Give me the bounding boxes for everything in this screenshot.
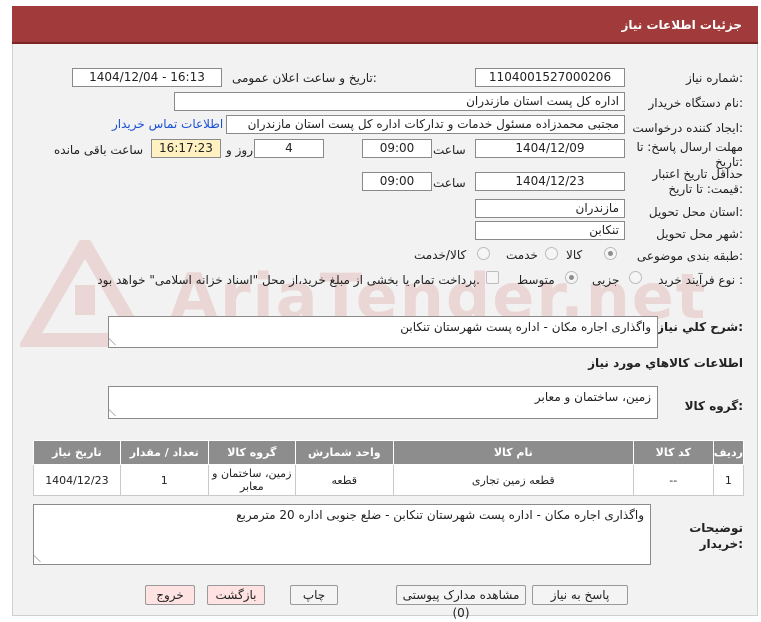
reply-time-value: 09:00 xyxy=(362,139,432,158)
cell-name: قطعه زمین تجاری xyxy=(392,464,634,496)
province-value: مازندران xyxy=(475,199,625,218)
delivery-province-label: استان محل تحویل: xyxy=(648,205,743,219)
treasury-payment-note: پرداخت تمام یا بخشی از مبلغ خرید،از محل … xyxy=(97,273,480,287)
purchase-radio-minor[interactable] xyxy=(629,271,642,284)
category-radio-both[interactable] xyxy=(477,247,490,260)
resize-grip-icon xyxy=(109,337,123,345)
purchase-radio-medium[interactable] xyxy=(565,271,578,284)
category-radio-service[interactable] xyxy=(545,247,558,260)
back-button[interactable]: بازگشت xyxy=(207,585,265,605)
need-number-label: شماره نیاز: xyxy=(685,71,743,85)
cell-unit: قطعه xyxy=(294,464,394,496)
days-and-label: روز و xyxy=(226,143,253,157)
remaining-time-value: 16:17:23 xyxy=(151,139,221,158)
category-radio-goods[interactable] xyxy=(604,247,617,260)
requester-label: ایجاد کننده درخواست: xyxy=(632,121,743,135)
print-button[interactable]: چاپ xyxy=(290,585,338,605)
cell-quantity: 1 xyxy=(119,464,209,496)
purchase-option-medium: متوسط xyxy=(517,273,555,287)
validity-date-value: 1404/12/23 xyxy=(475,172,625,191)
buyer-org-label: نام دستگاه خریدار: xyxy=(648,96,744,110)
table-header-row: ردیف کد کالا نام کالا واحد شمارش گروه کا… xyxy=(33,440,745,465)
category-option-both: کالا/خدمت xyxy=(414,248,467,262)
validity-time-label: ساعت xyxy=(433,176,466,190)
price-validity-label: حداقل تاریخ اعتبار قیمت: تا تاریخ: xyxy=(652,167,743,196)
need-number-value: 1104001527000206 xyxy=(475,68,625,87)
resize-grip-icon xyxy=(109,408,123,416)
exit-button[interactable]: خروج xyxy=(145,585,195,605)
col-quantity: تعداد / مقدار xyxy=(119,440,209,465)
remaining-label: ساعت باقی مانده xyxy=(54,143,144,157)
attachments-button[interactable]: مشاهده مدارک پیوستی (0) xyxy=(396,585,526,620)
col-name: نام کالا xyxy=(392,440,634,465)
delivery-city-label: شهر محل تحویل: xyxy=(656,227,743,241)
col-group: گروه کالا xyxy=(207,440,296,465)
goods-group-text: زمین، ساختمان و معابر xyxy=(534,390,651,404)
resize-grip-icon xyxy=(34,554,48,562)
overall-desc-textarea[interactable]: واگذاری اجاره مکان - اداره پست شهرستان ت… xyxy=(108,316,658,348)
overall-desc-text: واگذاری اجاره مکان - اداره پست شهرستان ت… xyxy=(400,320,651,334)
category-option-service: خدمت xyxy=(506,248,538,262)
validity-time-value: 09:00 xyxy=(362,172,432,191)
cell-code: -- xyxy=(632,464,714,496)
cell-row: 1 xyxy=(712,464,745,496)
buyer-notes-textarea[interactable]: واگذاری اجاره مکان - اداره پست شهرستان ت… xyxy=(33,504,651,565)
buyer-notes-text: واگذاری اجاره مکان - اداره پست شهرستان ت… xyxy=(236,508,644,522)
city-value: تنکابن xyxy=(475,221,625,240)
col-code: کد کالا xyxy=(632,440,714,465)
announce-datetime-value: 1404/12/04 - 16:13 xyxy=(72,68,222,87)
category-label: طبقه بندی موضوعی: xyxy=(636,249,743,263)
requester-value: مجتبی محمدزاده مسئول خدمات و تدارکات ادا… xyxy=(226,115,625,134)
page-header: جزئیات اطلاعات نیاز xyxy=(12,6,758,44)
col-date: تاریخ نیاز xyxy=(33,440,121,465)
col-row: ردیف xyxy=(712,440,745,465)
goods-group-label: گروه کالا: xyxy=(684,399,743,413)
reply-button[interactable]: پاسخ به نیاز xyxy=(532,585,628,605)
treasury-payment-checkbox[interactable] xyxy=(486,271,499,284)
cell-group: زمین، ساختمان و معابر xyxy=(207,464,296,496)
goods-group-textarea[interactable]: زمین، ساختمان و معابر xyxy=(108,386,658,419)
cell-date: 1404/12/23 xyxy=(33,464,121,496)
contact-buyer-link[interactable]: اطلاعات تماس خریدار xyxy=(112,117,223,131)
goods-table: ردیف کد کالا نام کالا واحد شمارش گروه کا… xyxy=(33,440,745,496)
col-unit: واحد شمارش xyxy=(294,440,394,465)
buyer-notes-label: توضیحات خریدار: xyxy=(689,521,743,551)
reply-date-value: 1404/12/09 xyxy=(475,139,625,158)
announce-datetime-label: تاریخ و ساعت اعلان عمومی: xyxy=(232,71,377,85)
reply-time-label: ساعت xyxy=(433,143,466,157)
goods-info-heading: اطلاعات کالاهاي مورد نياز xyxy=(588,356,743,370)
purchase-option-minor: جزیی xyxy=(592,273,620,287)
purchase-type-label: نوع فرآیند خرید : xyxy=(658,273,743,287)
reply-deadline-label: مهلت ارسال پاسخ: تا تاریخ: xyxy=(636,140,743,169)
remaining-days-value: 4 xyxy=(254,139,324,158)
table-row: 1 -- قطعه زمین تجاری قطعه زمین، ساختمان … xyxy=(33,464,745,496)
overall-desc-label: شرح کلي نياز: xyxy=(657,320,743,334)
category-option-goods: کالا xyxy=(566,248,583,262)
buyer-org-value: اداره کل پست استان مازندران xyxy=(174,92,625,111)
